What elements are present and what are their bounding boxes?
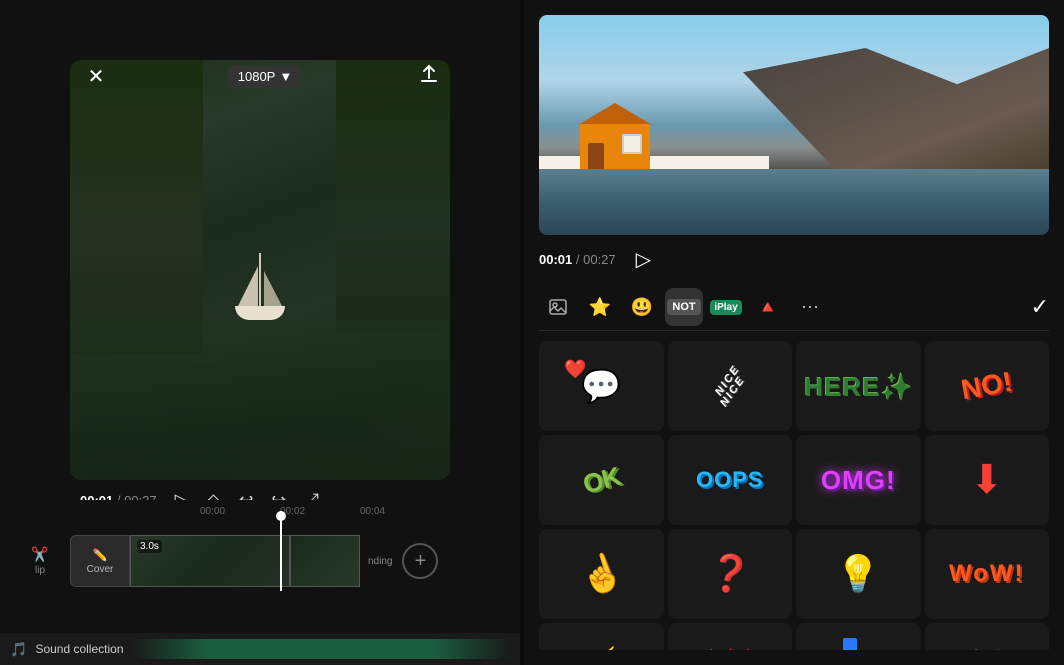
cover-edit-icon: ✏️ [93, 548, 108, 562]
sticker-arrow-down[interactable]: ⬇ [925, 435, 1050, 525]
mountain-bg [743, 48, 1049, 169]
clip-icon: ✂️ [31, 546, 48, 563]
sticker-finger[interactable]: ☝️ [539, 529, 664, 619]
house-door [588, 143, 604, 169]
clip-segment[interactable] [290, 535, 360, 587]
sound-collection-label: Sound collection [35, 642, 123, 656]
sticker-grid: 💬 ❤️ NICE NICE HERE✨ NO! OK OOPS OMG! ⬇ [539, 341, 1049, 650]
house-window [622, 134, 642, 154]
left-panel: ✕ 1080P ▼ 00:01 / [0, 0, 520, 665]
sticker-lightning[interactable]: ⚡ [539, 623, 664, 650]
resolution-button[interactable]: 1080P ▼ [228, 65, 302, 88]
toolbar-not-button[interactable]: NOT [665, 288, 703, 326]
main-clip[interactable]: 3.0s [130, 535, 290, 587]
music-icon: 🎵 [10, 641, 27, 658]
clip-label-right: nding [360, 556, 392, 567]
bar-2 [843, 638, 857, 650]
sticker-nice-nice[interactable]: NICE NICE [668, 341, 793, 431]
preview-play-button[interactable]: ▷ [636, 247, 651, 272]
cover-label: Cover [87, 564, 114, 575]
sticker-toolbar: ⭐ 😃 NOT iPlay 🔺 ⋯ ✓ [539, 284, 1049, 331]
not-badge: NOT [667, 299, 700, 315]
ruler-mark-2: 00:04 [360, 506, 440, 517]
toolbar-cone-button[interactable]: 🔺 [749, 288, 787, 326]
track-label: ✂️ lip [10, 546, 70, 576]
timeline-track: ✂️ lip ✏️ Cover 3.0s nding + [0, 521, 520, 601]
timeline-ruler: 00:00 00:02 00:04 [0, 500, 520, 521]
sticker-lightbulb[interactable]: 💡 [796, 529, 921, 619]
house-body [580, 124, 650, 169]
sticker-here[interactable]: HERE✨ [796, 341, 921, 431]
toolbar-image-button[interactable] [539, 288, 577, 326]
preview-video [539, 15, 1049, 235]
toolbar-star-button[interactable]: ⭐ [581, 288, 619, 326]
sticker-heart-speech[interactable]: 💬 ❤️ [539, 341, 664, 431]
sound-collection-bar: 🎵 Sound collection [0, 633, 520, 665]
preview-controls: 00:01 / 00:27 ▷ [539, 245, 1049, 274]
toolbar-check-button[interactable]: ✓ [1031, 294, 1049, 320]
close-button[interactable]: ✕ [80, 60, 112, 92]
playhead[interactable] [280, 511, 282, 591]
cover-clip[interactable]: ✏️ Cover [70, 535, 130, 587]
toolbar-emoji-button[interactable]: 😃 [623, 288, 661, 326]
sticker-barchart[interactable] [796, 623, 921, 650]
lip-label: lip [35, 565, 45, 576]
add-clip-button[interactable]: + [402, 543, 438, 579]
video-topbar: ✕ 1080P ▼ [70, 60, 450, 92]
right-panel: 00:01 / 00:27 ▷ ⭐ 😃 NOT iPlay 🔺 ⋯ ✓ [524, 0, 1064, 665]
sticker-explosion[interactable]: 💥 [668, 623, 793, 650]
house [580, 104, 660, 169]
video-preview [70, 60, 450, 480]
house-roof [578, 103, 652, 125]
preview-time-display: 00:01 / 00:27 [539, 252, 616, 267]
sticker-omg[interactable]: OMG! [796, 435, 921, 525]
sticker-ok[interactable]: OK [539, 435, 664, 525]
water [539, 169, 1049, 235]
toolbar-iplay-button[interactable]: iPlay [707, 288, 745, 326]
sticker-question[interactable]: ❓ [668, 529, 793, 619]
sound-waveform [132, 639, 511, 659]
ruler-mark-0: 00:00 [200, 506, 280, 517]
sticker-no[interactable]: NO! [925, 341, 1050, 431]
iplay-badge: iPlay [710, 300, 741, 315]
timeline-area: 00:00 00:02 00:04 ✂️ lip ✏️ Cover 3.0s n… [0, 500, 520, 665]
export-button[interactable] [418, 63, 440, 90]
clip-duration: 3.0s [137, 540, 162, 553]
sticker-animal[interactable]: 🦊 [925, 623, 1050, 650]
sticker-wow[interactable]: WoW! [925, 529, 1050, 619]
sticker-oops[interactable]: OOPS [668, 435, 793, 525]
toolbar-more-button[interactable]: ⋯ [791, 288, 829, 326]
ruler-mark-1: 00:02 [280, 506, 360, 517]
